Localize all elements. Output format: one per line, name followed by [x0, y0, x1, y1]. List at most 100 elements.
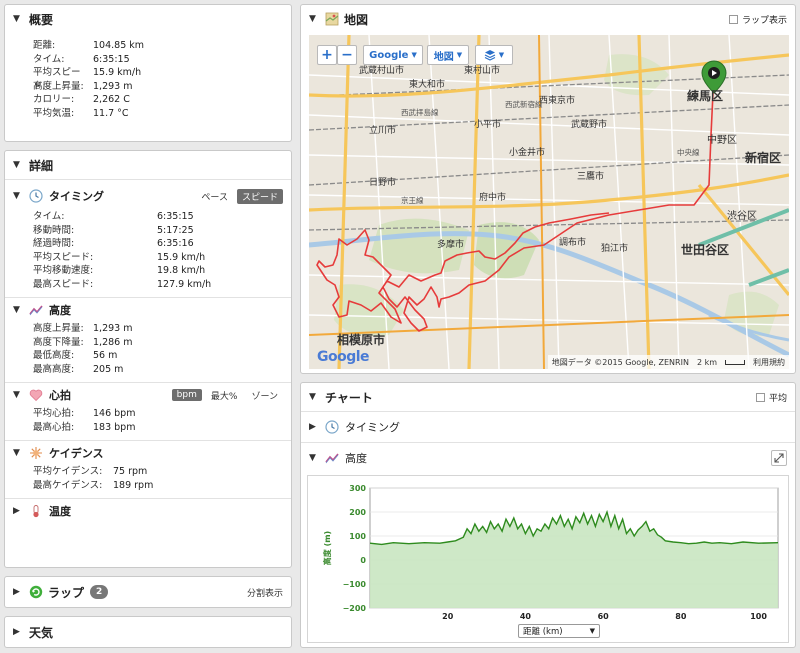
timing-row: 移動時間: 5:17:25 — [33, 224, 194, 236]
timing-section-header[interactable]: ▼ タイミング ペース スピード — [5, 184, 291, 208]
summary-row: 高度上昇量: 1,293 m — [33, 80, 133, 92]
chart-panel: ▼ チャート 平均 ▶ タイミング ▼ 高度 300 200 100 0 −100 −20… — [300, 382, 796, 648]
details-header[interactable]: ▼ 詳細 — [5, 151, 291, 179]
place-label: 西東京市 — [539, 96, 576, 106]
speed-toggle[interactable]: スピード — [236, 188, 283, 204]
weather-header[interactable]: ▶ 天気 — [5, 617, 291, 647]
expand-triangle-icon: ▶ — [13, 627, 20, 637]
elevation-icon — [325, 451, 339, 465]
thermometer-icon — [29, 504, 43, 518]
place-label: 日野市 — [369, 178, 397, 188]
y-axis-label: 高度 (m) — [322, 531, 332, 565]
place-label: 小平市 — [474, 120, 502, 130]
dropdown-caret-icon: ▼ — [411, 51, 417, 59]
chart-elevation-header[interactable]: ▼ 高度 — [301, 443, 795, 473]
lap-icon — [29, 585, 43, 599]
heart-section-header[interactable]: ▼ 心拍 bpm 最大% ゾーン — [5, 383, 291, 407]
place-label: 調布市 — [559, 238, 587, 248]
summary-row: 平均スピード: 15.9 km/h — [33, 67, 142, 92]
summary-panel: ▼ 概要 距離: 104.85 km タイム: 6:35:15 平均スピード: 15.… — [4, 4, 292, 142]
map-icon — [325, 12, 339, 26]
collapse-triangle-icon: ▼ — [13, 390, 20, 400]
zoom-out-button[interactable]: − — [337, 45, 357, 65]
map-type-select[interactable]: 地図 ▼ — [427, 45, 469, 65]
y-tick-label: 300 — [349, 484, 366, 493]
elevation-chart[interactable]: 300 200 100 0 −100 −200 20 40 60 80 100 高度 (m) — [308, 476, 788, 642]
distance-select[interactable]: 距離 (km) ▼ — [518, 624, 600, 638]
timing-row: 最高スピード: 127.9 km/h — [33, 278, 212, 290]
dropdown-caret-icon: ▼ — [589, 627, 595, 635]
zone-toggle[interactable]: ゾーン — [246, 388, 283, 403]
attribution-text: 地図データ ©2015 Google, ZENRIN — [551, 357, 689, 367]
collapse-triangle-icon: ▼ — [309, 392, 316, 402]
place-label: 東大和市 — [409, 80, 446, 90]
map-view[interactable]: 武蔵村山市 東大和市 東村山市 西東京市 練馬区 立川市 小平市 武蔵野市 中野… — [309, 35, 789, 369]
heart-row: 平均心拍: 146 bpm — [33, 408, 136, 419]
zoom-in-button[interactable]: + — [317, 45, 337, 65]
y-tick-label: 0 — [360, 556, 366, 565]
chart-timing-header[interactable]: ▶ タイミング — [301, 412, 795, 442]
elevation-row: 高度上昇量: 1,293 m — [33, 323, 133, 334]
laps-title: ラップ — [48, 585, 85, 600]
details-title: 詳細 — [29, 158, 54, 173]
laps-count-badge: 2 — [90, 585, 109, 599]
laps-header[interactable]: ▶ ラップ 2 分割表示 — [5, 577, 291, 607]
temperature-section-header[interactable]: ▶ 温度 — [5, 499, 291, 523]
heart-title: 心拍 — [49, 389, 71, 402]
place-label: 中野区 — [707, 135, 737, 146]
expand-triangle-icon: ▶ — [13, 506, 20, 516]
summary-row: タイム: 6:35:15 — [33, 53, 130, 65]
collapse-triangle-icon: ▼ — [13, 448, 20, 458]
x-tick-label: 100 — [750, 612, 767, 621]
place-label: 中央線 — [677, 148, 700, 157]
elevation-row: 最低高度: 56 m — [33, 350, 118, 361]
elevation-section-header[interactable]: ▼ 高度 — [5, 298, 291, 322]
google-logo: Google — [317, 349, 370, 365]
weather-panel: ▶ 天気 — [4, 616, 292, 648]
elevation-title: 高度 — [49, 304, 71, 317]
laps-panel: ▶ ラップ 2 分割表示 — [4, 576, 292, 608]
place-label: 小金井市 — [509, 148, 546, 158]
details-panel: ▼ 詳細 ▼ タイミング ペース スピード タイム: 6:35:15 移動時間: 5… — [4, 150, 292, 568]
place-label: 多摩市 — [437, 240, 465, 250]
place-label: 西武新宿線 — [505, 100, 543, 109]
timing-title: タイミング — [49, 190, 104, 203]
place-label: 立川市 — [369, 126, 397, 136]
summary-header[interactable]: ▼ 概要 — [5, 5, 291, 33]
bpm-toggle[interactable]: bpm — [171, 389, 202, 401]
max-percent-toggle[interactable]: 最大% — [206, 388, 243, 403]
temperature-title: 温度 — [49, 505, 71, 518]
summary-row: 平均気温: 11.7 °C — [33, 107, 129, 119]
lap-display-checkbox[interactable] — [728, 14, 738, 24]
cadence-row: 最高ケイデンス: 189 rpm — [33, 479, 154, 491]
average-checkbox[interactable] — [755, 392, 765, 402]
heart-icon — [29, 388, 43, 402]
pace-toggle[interactable]: ペース — [196, 189, 233, 204]
cadence-section-header[interactable]: ▼ ケイデンス — [5, 441, 291, 465]
map-attribution: 地図データ ©2015 Google, ZENRIN 2 km 利用規約 — [547, 355, 789, 369]
summary-title: 概要 — [29, 12, 54, 27]
collapse-triangle-icon: ▼ — [13, 160, 20, 170]
y-tick-label: 200 — [349, 508, 366, 517]
place-label: 西武拝島線 — [401, 108, 439, 117]
place-label: 練馬区 — [687, 89, 724, 103]
collapse-triangle-icon: ▼ — [309, 14, 316, 24]
lap-display-label: ラップ表示 — [741, 15, 787, 26]
chart-header[interactable]: ▼ チャート 平均 — [301, 383, 795, 411]
timing-row: 平均スピード: 15.9 km/h — [33, 251, 206, 263]
layers-select[interactable]: ▼ — [475, 45, 513, 65]
expand-chart-icon[interactable] — [771, 450, 787, 466]
distance-select-label: 距離 (km) — [523, 627, 563, 637]
terms-link[interactable]: 利用規約 — [753, 357, 785, 368]
map-header[interactable]: ▼ 地図 ラップ表示 — [301, 5, 795, 33]
google-layer-select[interactable]: Google ▼ — [363, 45, 423, 65]
place-label: 京王線 — [401, 196, 424, 205]
heart-row: 最高心拍: 183 bpm — [33, 421, 136, 433]
split-view-link[interactable]: 分割表示 — [247, 586, 283, 599]
x-tick-label: 80 — [675, 612, 687, 621]
place-label: 府中市 — [479, 193, 507, 203]
dropdown-caret-icon: ▼ — [498, 51, 505, 59]
x-tick-label: 40 — [520, 612, 532, 621]
place-label: 渋谷区 — [727, 211, 757, 222]
collapse-triangle-icon: ▼ — [13, 305, 20, 315]
